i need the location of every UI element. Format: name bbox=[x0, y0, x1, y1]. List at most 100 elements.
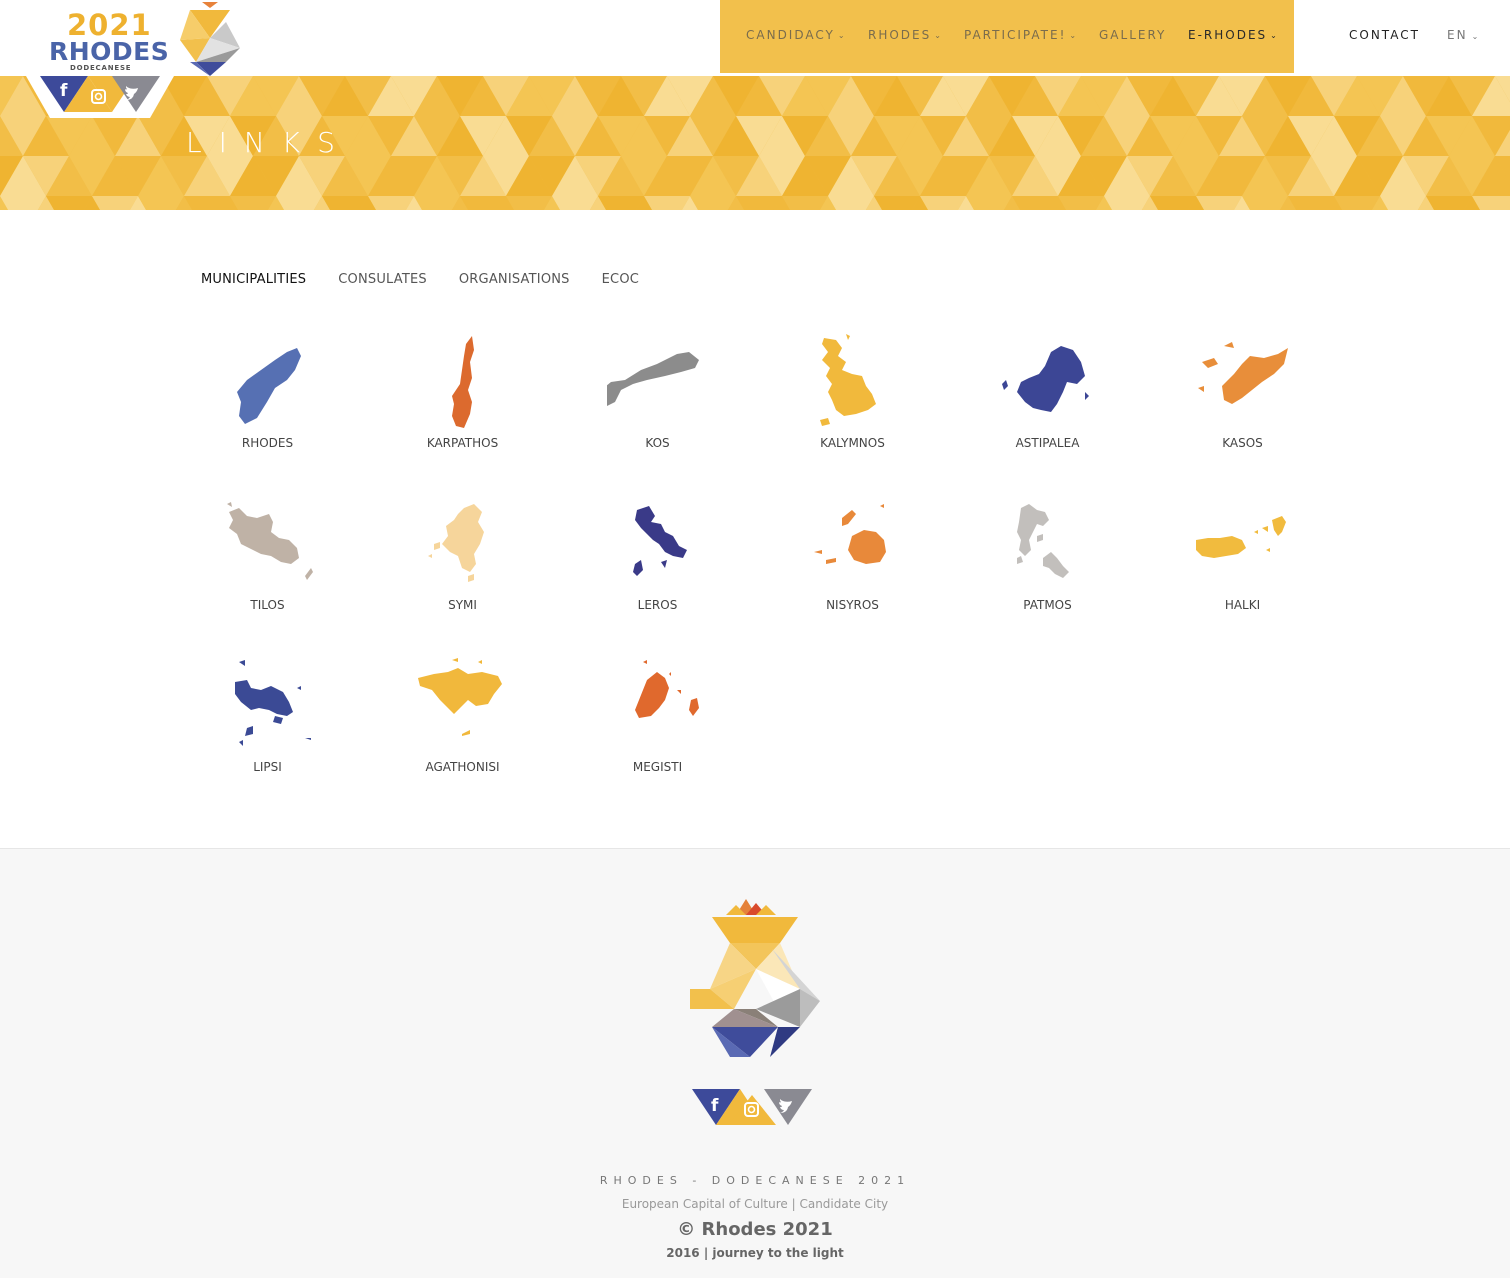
island-shape bbox=[1222, 348, 1288, 404]
island-label: AGATHONISI bbox=[425, 760, 500, 774]
island-link-leros[interactable]: LEROS bbox=[560, 487, 755, 627]
island-label: NISYROS bbox=[826, 598, 879, 612]
banner-tile bbox=[552, 196, 598, 210]
language-selector[interactable]: EN ⌄ bbox=[1447, 28, 1480, 42]
banner-tile bbox=[0, 196, 46, 210]
page-title: LINKS bbox=[186, 126, 352, 159]
island-link-patmos[interactable]: PATMOS bbox=[950, 487, 1145, 627]
island-label: KASOS bbox=[1222, 436, 1263, 450]
banner-tile bbox=[644, 196, 690, 210]
tab-consulates[interactable]: CONSULATES bbox=[338, 272, 427, 287]
symi-map-icon bbox=[428, 504, 484, 582]
island-link-megisti[interactable]: MEGISTI bbox=[560, 649, 755, 789]
island-link-astipalea[interactable]: ASTIPALEA bbox=[950, 325, 1145, 465]
nav-gallery-label: GALLERY bbox=[1099, 28, 1167, 42]
tab-organisations[interactable]: ORGANISATIONS bbox=[459, 272, 570, 287]
megisti-map-icon bbox=[635, 660, 699, 718]
island-shape bbox=[635, 506, 687, 558]
rhodes-map-icon bbox=[237, 348, 301, 424]
banner-tile bbox=[276, 196, 322, 210]
island-link-kos[interactable]: KOS bbox=[560, 325, 755, 465]
island-shape bbox=[1196, 536, 1246, 558]
island-shape bbox=[1017, 346, 1085, 412]
island-link-karpathos[interactable]: KARPATHOS bbox=[365, 325, 560, 465]
banner-tile bbox=[1012, 196, 1058, 210]
banner-tile bbox=[736, 196, 782, 210]
banner-tile bbox=[506, 196, 552, 210]
banner-tile bbox=[1150, 196, 1196, 210]
island-shape bbox=[452, 336, 474, 428]
svg-text:f: f bbox=[711, 1096, 719, 1116]
chevron-down-icon: ⌄ bbox=[837, 31, 847, 40]
island-link-tilos[interactable]: TILOS bbox=[170, 487, 365, 627]
chevron-down-icon: ⌄ bbox=[1069, 31, 1079, 40]
island-label: LIPSI bbox=[253, 760, 282, 774]
footer-slogan: 2016 | journey to the light bbox=[666, 1246, 844, 1260]
nav-participate[interactable]: PARTICIPATE! ⌄ bbox=[964, 28, 1078, 42]
emblem-icon bbox=[180, 2, 240, 76]
tab-ecoc[interactable]: ECOC bbox=[602, 272, 639, 287]
island-link-kasos[interactable]: KASOS bbox=[1145, 325, 1340, 465]
footer-copyright: © Rhodes 2021 bbox=[677, 1219, 833, 1240]
nav-e-rhodes[interactable]: E-RHODES ⌄ bbox=[1188, 28, 1279, 42]
island-label: TILOS bbox=[250, 598, 285, 612]
island-label: RHODES bbox=[241, 436, 294, 450]
banner-tile bbox=[874, 196, 920, 210]
banner-tile bbox=[322, 196, 368, 210]
karpathos-map-icon bbox=[452, 336, 474, 428]
banner-tile bbox=[1288, 196, 1334, 210]
island-shape bbox=[442, 504, 484, 572]
nav-participate-label: PARTICIPATE! bbox=[964, 28, 1067, 42]
tab-municipalities[interactable]: MUNICIPALITIES bbox=[201, 272, 306, 287]
main-navigation: CANDIDACY ⌄ RHODES ⌄ PARTICIPATE! ⌄ GALLERY… bbox=[720, 0, 1294, 73]
island-link-nisyros[interactable]: NISYROS bbox=[755, 487, 950, 627]
leros-map-icon bbox=[633, 506, 687, 576]
halki-map-icon bbox=[1196, 516, 1286, 558]
nav-rhodes-label: RHODES bbox=[868, 28, 932, 42]
banner-tile bbox=[92, 196, 138, 210]
island-shape bbox=[418, 668, 502, 714]
island-shape bbox=[607, 352, 699, 406]
island-shape bbox=[229, 508, 299, 564]
island-shape bbox=[1017, 504, 1049, 556]
island-link-kalymnos[interactable]: KALYMNOS bbox=[755, 325, 950, 465]
chevron-down-icon: ⌄ bbox=[1471, 32, 1481, 41]
site-logo[interactable]: 2021 RHODES DODECANESE f bbox=[0, 0, 260, 120]
nav-e-rhodes-label: E-RHODES bbox=[1188, 28, 1268, 42]
island-label: LEROS bbox=[637, 598, 678, 612]
nav-rhodes[interactable]: RHODES ⌄ bbox=[868, 28, 943, 42]
island-link-agathonisi[interactable]: AGATHONISI bbox=[365, 649, 560, 789]
kalymnos-map-icon bbox=[820, 334, 876, 426]
links-tabs: MUNICIPALITIES CONSULATES ORGANISATIONS … bbox=[201, 272, 639, 287]
island-link-lipsi[interactable]: LIPSI bbox=[170, 649, 365, 789]
banner-tile bbox=[46, 196, 92, 210]
astipalea-map-icon bbox=[1002, 346, 1089, 412]
banner-tile bbox=[230, 196, 276, 210]
banner-tile bbox=[138, 196, 184, 210]
nav-candidacy-label: CANDIDACY bbox=[746, 28, 835, 42]
island-label: ASTIPALEA bbox=[1015, 436, 1080, 450]
island-shape bbox=[237, 348, 301, 424]
banner-tile bbox=[920, 196, 966, 210]
island-label: SYMI bbox=[448, 598, 477, 612]
banner-tile bbox=[1196, 196, 1242, 210]
island-shape bbox=[848, 530, 886, 564]
island-link-rhodes[interactable]: RHODES bbox=[170, 325, 365, 465]
nav-candidacy[interactable]: CANDIDACY ⌄ bbox=[746, 28, 847, 42]
island-label: MEGISTI bbox=[632, 760, 683, 774]
logo-subtitle: DODECANESE bbox=[70, 64, 132, 72]
island-shape bbox=[822, 338, 876, 416]
banner-tile bbox=[782, 196, 828, 210]
banner-tile bbox=[1242, 196, 1288, 210]
island-link-halki[interactable]: HALKI bbox=[1145, 487, 1340, 627]
island-shape bbox=[235, 680, 293, 716]
lipsi-map-icon bbox=[235, 660, 311, 746]
banner-tile bbox=[828, 196, 874, 210]
kasos-map-icon bbox=[1198, 342, 1288, 404]
nav-contact[interactable]: CONTACT bbox=[1349, 28, 1420, 42]
nav-gallery[interactable]: GALLERY bbox=[1099, 28, 1166, 42]
island-label: PATMOS bbox=[1023, 598, 1072, 612]
banner-tile bbox=[1380, 196, 1426, 210]
banner-tile bbox=[368, 196, 414, 210]
island-link-symi[interactable]: SYMI bbox=[365, 487, 560, 627]
